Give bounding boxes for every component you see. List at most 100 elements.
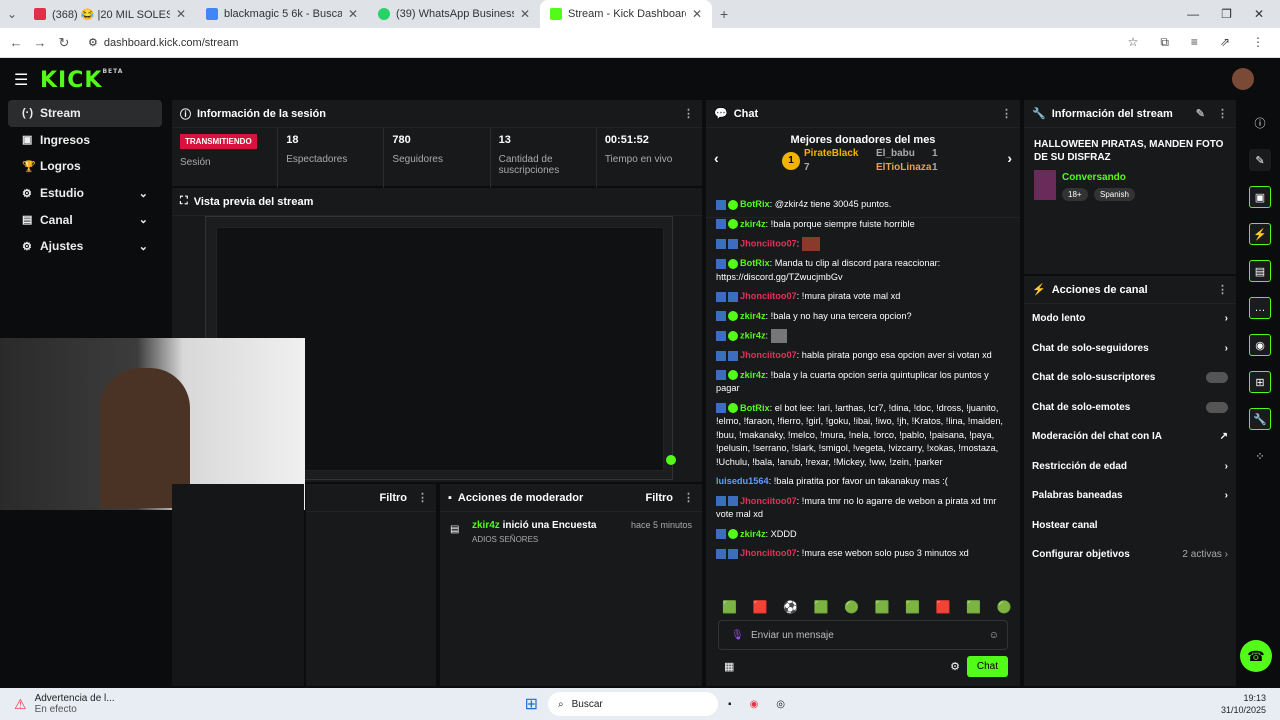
more-icon[interactable]: ⋮ xyxy=(1217,283,1228,296)
emoji-icon[interactable]: ☺ xyxy=(989,630,999,641)
chat-message[interactable]: Jhonciitoo07: xyxy=(716,237,1014,251)
app-icon[interactable]: ◎ xyxy=(776,699,785,710)
action-goals[interactable]: Configurar objetivos 2 activas › xyxy=(1024,540,1236,570)
close-window-icon[interactable]: ✕ xyxy=(1254,7,1264,21)
close-icon[interactable]: ✕ xyxy=(692,7,702,21)
frame-icon[interactable]: ▣ xyxy=(1249,186,1271,208)
emote-icon[interactable]: 🟩 xyxy=(722,600,737,614)
category-link[interactable]: Conversando xyxy=(1062,172,1126,183)
forward-icon[interactable]: → xyxy=(28,35,52,50)
action-host-channel[interactable]: Hostear canal xyxy=(1024,511,1236,541)
action-subs-only[interactable]: Chat de solo-suscriptores xyxy=(1024,363,1236,393)
tab-search-icon[interactable]: ⌄ xyxy=(0,7,24,21)
chat-message[interactable]: zkir4z: !bala porque siempre fuiste horr… xyxy=(716,218,1014,232)
warning-notification[interactable]: Advertencia de l... En efecto xyxy=(35,693,115,715)
windows-start-icon[interactable]: ⊞ xyxy=(525,694,538,714)
action-slow-mode[interactable]: Modo lento › xyxy=(1024,304,1236,334)
chat-icon[interactable]: … xyxy=(1249,297,1271,319)
mod-user[interactable]: zkir4z xyxy=(472,520,500,531)
store-icon[interactable]: ▦ xyxy=(724,660,734,673)
sidebar-item-ingresos[interactable]: ▣ Ingresos xyxy=(8,127,162,154)
apps-icon[interactable]: ⁘ xyxy=(1249,445,1271,467)
chat-message[interactable]: zkir4z: !bala y no hay una tercera opcio… xyxy=(716,310,1014,324)
sidebar-item-stream[interactable]: (·) Stream xyxy=(8,100,162,127)
chat-message[interactable]: zkir4z: !bala y la cuarta opcion seria q… xyxy=(716,369,1014,396)
chevron-right-icon[interactable]: › xyxy=(1007,150,1012,166)
emote-icon[interactable]: 🟩 xyxy=(905,600,920,614)
menu-icon[interactable]: ⋮ xyxy=(1252,35,1264,50)
chevron-left-icon[interactable]: ‹ xyxy=(714,150,719,166)
emote-icon[interactable]: 🟢 xyxy=(997,600,1012,614)
more-icon[interactable]: ⋮ xyxy=(1001,107,1012,120)
document-icon[interactable]: ▤ xyxy=(1249,260,1271,282)
emote-icon[interactable]: 🟩 xyxy=(966,600,981,614)
sidebar-item-ajustes[interactable]: ⚙ Ajustes ⌄ xyxy=(8,233,162,260)
emote-icon[interactable]: 🟩 xyxy=(814,600,829,614)
subs-only-toggle[interactable] xyxy=(1206,372,1228,384)
bookmark-icon[interactable]: ☆ xyxy=(1128,35,1139,50)
chat-message[interactable]: Jhonciitoo07: !mura ese webon solo puso … xyxy=(716,547,1014,561)
broadcast-icon[interactable]: ◉ xyxy=(1249,334,1271,356)
filter-button[interactable]: Filtro xyxy=(380,492,408,504)
support-icon[interactable]: ☎ xyxy=(1240,640,1272,672)
media-icon[interactable]: ≡ xyxy=(1191,35,1198,50)
reload-icon[interactable]: ↻ xyxy=(52,35,76,51)
hamburger-icon[interactable]: ☰ xyxy=(14,70,28,90)
emote-icon[interactable]: 🟥 xyxy=(936,600,951,614)
chat-message[interactable]: BotRix: el bot lee: !ari, !arthas, !cr7,… xyxy=(716,402,1014,470)
donor-2[interactable]: El_babu xyxy=(876,148,915,159)
emotes-only-toggle[interactable] xyxy=(1206,401,1228,413)
sidebar-item-logros[interactable]: 🏆 Logros xyxy=(8,153,162,180)
extensions-icon[interactable]: ⧉ xyxy=(1160,35,1169,50)
layout-icon[interactable]: ⊞ xyxy=(1249,371,1271,393)
close-icon[interactable]: ✕ xyxy=(176,7,186,21)
sidebar-item-estudio[interactable]: ⚙ Estudio ⌄ xyxy=(8,180,162,207)
chat-message[interactable]: BotRix: @zkir4z tiene 30045 puntos. xyxy=(716,198,1014,212)
kick-logo[interactable]: KICKBETA xyxy=(40,68,123,93)
emote-icon[interactable]: 🟥 xyxy=(753,600,768,614)
chat-send-button[interactable]: Chat xyxy=(966,656,1008,677)
browser-tab-2[interactable]: blackmagic 5 6k - Buscar con G ✕ xyxy=(196,0,368,28)
action-emotes-only[interactable]: Chat de solo-emotes xyxy=(1024,393,1236,423)
pencil-icon[interactable]: ✎ xyxy=(1196,107,1205,120)
chat-message[interactable]: zkir4z: xyxy=(716,329,1014,343)
more-icon[interactable]: ⋮ xyxy=(683,491,694,504)
chat-message[interactable]: luisedu1564: !bala piratita por favor un… xyxy=(716,475,1014,489)
sidebar-item-canal[interactable]: ▤ Canal ⌄ xyxy=(8,206,162,233)
gear-icon[interactable]: ⚙ xyxy=(950,660,960,673)
emote-icon[interactable]: 🟩 xyxy=(875,600,890,614)
close-icon[interactable]: ✕ xyxy=(348,7,358,21)
emote-icon[interactable]: 🟢 xyxy=(844,600,859,614)
minimize-icon[interactable]: — xyxy=(1187,7,1199,21)
wrench-icon[interactable]: 🔧 xyxy=(1249,408,1271,430)
chat-message[interactable]: Jhonciitoo07: !mura tmr no lo agarre de … xyxy=(716,495,1014,522)
more-icon[interactable]: ⋮ xyxy=(417,491,428,504)
microphone-icon[interactable]: 🎙 xyxy=(731,630,744,641)
new-tab-button[interactable]: + xyxy=(720,6,728,22)
action-age-restriction[interactable]: Restricción de edad › xyxy=(1024,452,1236,482)
profile-icon[interactable]: ⇗ xyxy=(1220,35,1230,50)
browser-tab-4[interactable]: Stream - Kick Dashboard ✕ xyxy=(540,0,712,28)
taskbar-search[interactable]: ⌕ Buscar xyxy=(548,692,719,716)
chat-message[interactable]: zkir4z: XDDD xyxy=(716,528,1014,542)
action-ai-moderation[interactable]: Moderación del chat con IA ↗ xyxy=(1024,422,1236,452)
pencil-icon[interactable]: ✎ xyxy=(1249,149,1271,171)
action-banned-words[interactable]: Palabras baneadas › xyxy=(1024,481,1236,511)
emote-icon[interactable]: ⚽ xyxy=(783,600,798,614)
back-icon[interactable]: ← xyxy=(4,35,28,50)
chat-message[interactable]: BotRix: Manda tu clip al discord para re… xyxy=(716,257,1014,284)
file-explorer-icon[interactable]: ▪ xyxy=(728,699,732,710)
chrome-icon[interactable]: ◉ xyxy=(750,699,759,710)
info-icon[interactable]: ⓘ xyxy=(1249,112,1271,134)
chat-message[interactable]: Jhonciitoo07: !mura pirata vote mal xd xyxy=(716,290,1014,304)
url-field[interactable]: ⚙ dashboard.kick.com/stream xyxy=(88,36,238,50)
more-icon[interactable]: ⋮ xyxy=(683,107,694,120)
top-donor-name[interactable]: PirateBlack xyxy=(804,148,858,159)
clock[interactable]: 19:13 31/10/2025 xyxy=(1221,692,1266,716)
more-icon[interactable]: ⋮ xyxy=(1217,107,1228,120)
action-followers-only[interactable]: Chat de solo-seguidores › xyxy=(1024,334,1236,364)
chat-input[interactable]: 🎙 Enviar un mensaje ☺ xyxy=(718,620,1008,650)
browser-tab-1[interactable]: (368) 😂 |20 MIL SOLES x Conq ✕ xyxy=(24,0,196,28)
maximize-icon[interactable]: ❐ xyxy=(1221,7,1232,21)
chat-message[interactable]: Jhonciitoo07: habla pirata pongo esa opc… xyxy=(716,349,1014,363)
